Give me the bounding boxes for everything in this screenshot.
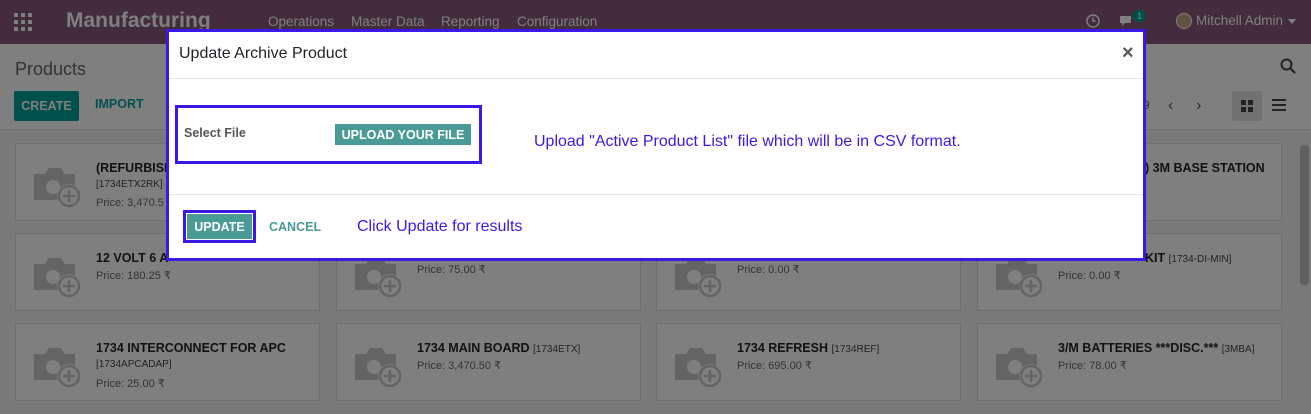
select-file-highlight: Select File UPLOAD YOUR FILE [175, 105, 482, 164]
select-file-label: Select File [184, 126, 246, 140]
update-archive-product-dialog: Update Archive Product × Select File UPL… [166, 29, 1146, 261]
update-instruction-note: Click Update for results [357, 218, 523, 235]
modal-header: Update Archive Product × [169, 32, 1143, 79]
update-button-highlight: UPDATE [183, 210, 256, 243]
upload-file-button[interactable]: UPLOAD YOUR FILE [335, 124, 471, 145]
upload-instruction-note: Upload "Active Product List" file which … [534, 133, 961, 150]
cancel-button[interactable]: CANCEL [269, 220, 321, 234]
modal-title: Update Archive Product [179, 45, 348, 62]
update-button[interactable]: UPDATE [187, 214, 252, 239]
modal-footer: UPDATE CANCEL Click Update for results [169, 194, 1143, 258]
close-icon[interactable]: × [1122, 42, 1134, 65]
